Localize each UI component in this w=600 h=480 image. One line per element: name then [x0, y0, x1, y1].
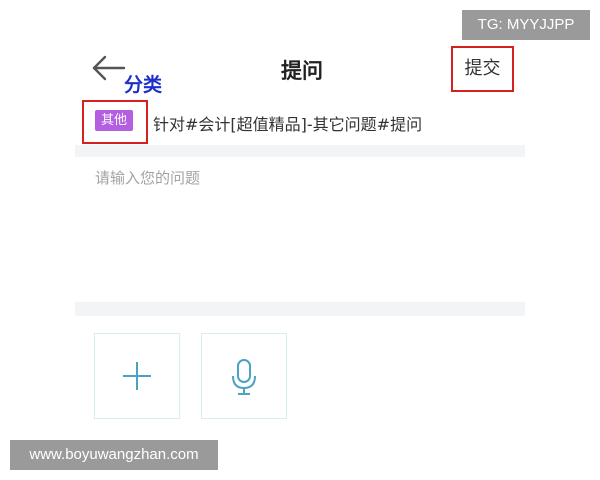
watermark-bottom: www.boyuwangzhan.com: [10, 440, 218, 470]
category-annotation: 分类: [124, 74, 163, 96]
plus-icon: [123, 362, 151, 390]
category-tag[interactable]: 其他: [95, 110, 133, 131]
voice-input-button[interactable]: [201, 333, 287, 419]
page-title: 提问: [281, 59, 323, 83]
question-input[interactable]: [75, 157, 525, 302]
add-attachment-button[interactable]: [94, 333, 180, 419]
microphone-icon: [232, 359, 256, 395]
divider: [75, 145, 525, 157]
divider: [75, 302, 525, 316]
arrow-left-icon[interactable]: [92, 55, 126, 81]
watermark-top: TG: MYYJJPP: [462, 10, 590, 40]
topic-text: 针对#会计[超值精品]-其它问题#提问: [153, 115, 423, 134]
submit-button[interactable]: 提交: [451, 46, 514, 92]
screen: TG: MYYJJPP 分类 提问 提交 其他 针对#会计[超值精品]-其它问题…: [0, 0, 600, 480]
